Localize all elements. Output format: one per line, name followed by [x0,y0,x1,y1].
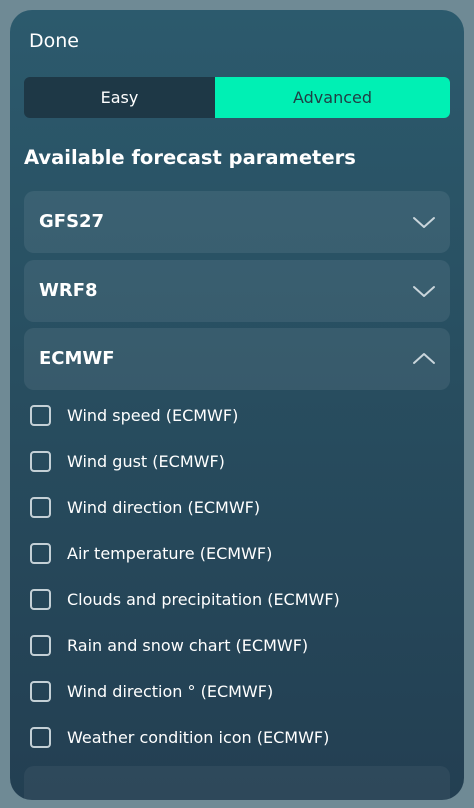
parameter-label: Wind gust (ECMWF) [67,451,225,471]
mode-switch: Easy Advanced [24,77,450,118]
parameter-label: Air temperature (ECMWF) [67,543,273,563]
parameter-item[interactable]: Wind direction ° (ECMWF) [30,668,450,714]
section-title: Available forecast parameters [24,146,356,169]
parameter-label: Clouds and precipitation (ECMWF) [67,589,340,609]
parameter-item[interactable]: Clouds and precipitation (ECMWF) [30,576,450,622]
parameter-item[interactable]: Air temperature (ECMWF) [30,530,450,576]
checkbox-empty-icon[interactable] [30,450,51,472]
model-accordion-gfs27[interactable]: GFS27 [24,191,450,253]
chevron-down-icon [412,279,436,303]
parameter-label: Wind speed (ECMWF) [67,405,239,425]
parameter-label: Wind direction ° (ECMWF) [67,681,274,701]
model-accordion-label: GFS27 [39,211,105,232]
parameters-panel: Done Easy Advanced Available forecast pa… [10,10,464,800]
model-accordion-next[interactable] [24,766,450,800]
parameter-label: Wind direction (ECMWF) [67,497,261,517]
advanced-mode-tab[interactable]: Advanced [215,77,450,118]
parameter-label: Rain and snow chart (ECMWF) [67,635,309,655]
checkbox-empty-icon[interactable] [30,726,51,748]
chevron-down-icon [412,210,436,234]
model-accordion-label: ECMWF [39,348,115,369]
chevron-up-icon [412,347,436,371]
model-accordion-wrf8[interactable]: WRF8 [24,260,450,322]
ecmwf-parameter-list: Wind speed (ECMWF) Wind gust (ECMWF) Win… [30,392,450,760]
checkbox-empty-icon[interactable] [30,634,51,656]
parameter-item[interactable]: Wind direction (ECMWF) [30,484,450,530]
model-accordion-label: WRF8 [39,280,98,301]
checkbox-empty-icon[interactable] [30,496,51,518]
checkbox-empty-icon[interactable] [30,404,51,426]
parameter-item[interactable]: Wind speed (ECMWF) [30,392,450,438]
done-button[interactable]: Done [29,28,79,54]
easy-mode-tab[interactable]: Easy [24,77,215,118]
checkbox-empty-icon[interactable] [30,542,51,564]
parameter-item[interactable]: Rain and snow chart (ECMWF) [30,622,450,668]
checkbox-empty-icon[interactable] [30,588,51,610]
parameter-label: Weather condition icon (ECMWF) [67,727,330,747]
parameter-item[interactable]: Wind gust (ECMWF) [30,438,450,484]
parameter-item[interactable]: Weather condition icon (ECMWF) [30,714,450,760]
model-accordion-ecmwf[interactable]: ECMWF [24,328,450,390]
checkbox-empty-icon[interactable] [30,680,51,702]
